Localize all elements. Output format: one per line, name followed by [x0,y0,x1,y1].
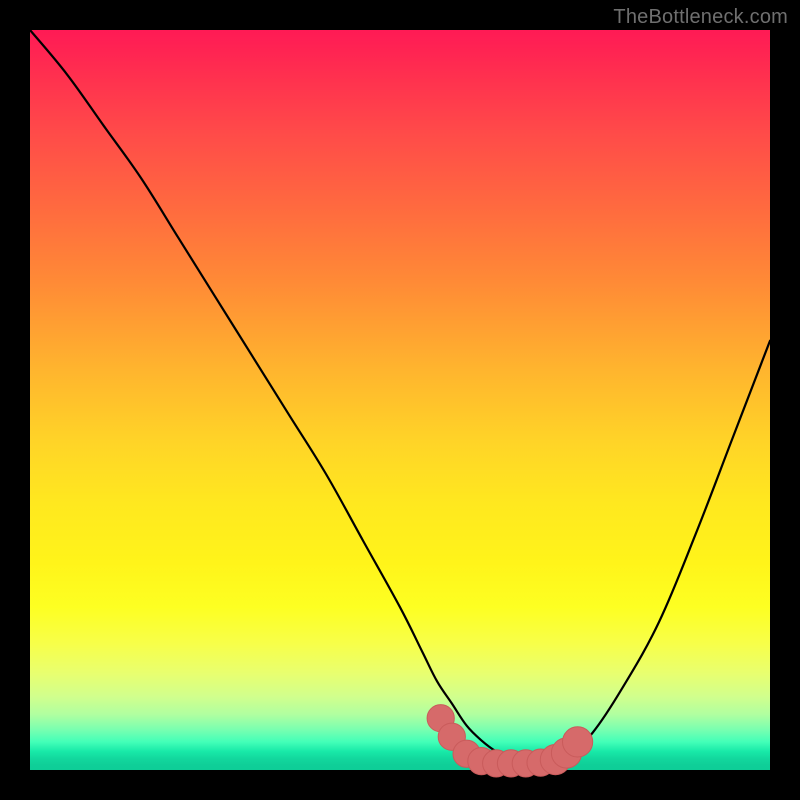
bottleneck-curve-markers [427,705,593,777]
bottleneck-curve-line [30,30,770,763]
bottleneck-curve-svg [30,30,770,770]
chart-frame: TheBottleneck.com [0,0,800,800]
curve-marker [563,727,593,757]
plot-area [30,30,770,770]
watermark-text: TheBottleneck.com [613,6,788,29]
